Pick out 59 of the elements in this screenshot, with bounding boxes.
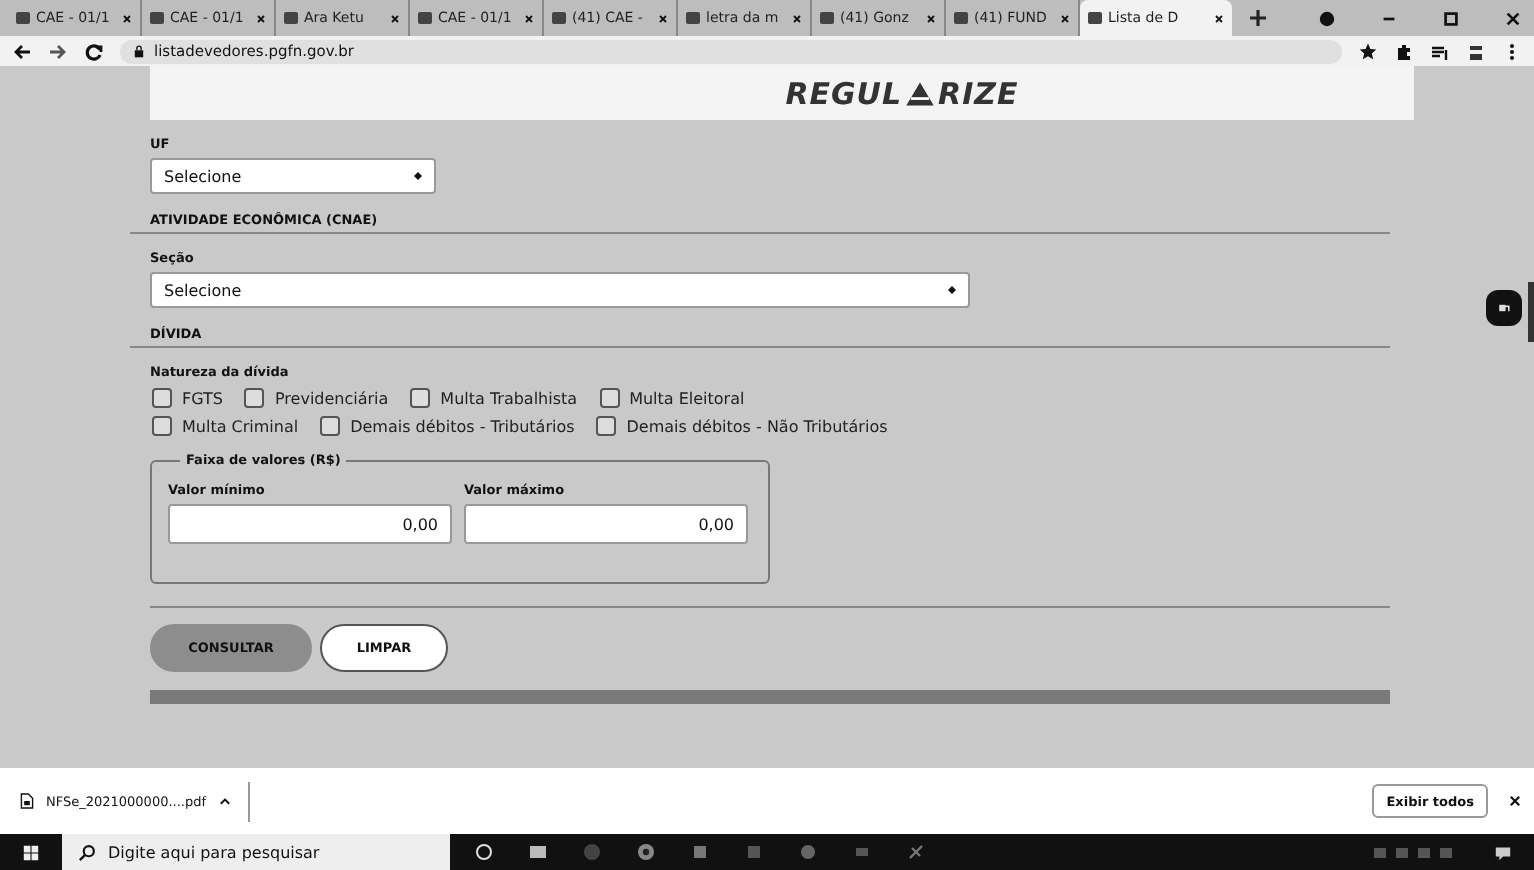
profile-icon[interactable] [1318, 9, 1336, 27]
close-icon[interactable] [1504, 9, 1522, 27]
favicon-icon [418, 12, 432, 24]
lock-icon [132, 44, 146, 58]
checkbox-option[interactable]: Multa Criminal [152, 416, 299, 436]
checkbox-option[interactable]: FGTS [152, 388, 223, 408]
puzzle-icon[interactable] [1394, 41, 1414, 61]
favicon-icon [150, 12, 164, 24]
checkbox-option[interactable]: Multa Trabalhista [410, 388, 578, 408]
checkbox-option[interactable]: Demais débitos - Tributários [320, 416, 575, 436]
favicon-icon [820, 12, 834, 24]
close-icon[interactable] [390, 13, 400, 23]
app-icon[interactable] [690, 842, 710, 862]
min-value-field[interactable]: 0,00 [168, 504, 452, 544]
dropdown-icon [414, 172, 422, 180]
logo-text: RIZE [938, 75, 1019, 111]
search-icon [78, 843, 96, 861]
close-icon[interactable] [1060, 13, 1070, 23]
restore-icon[interactable] [1442, 9, 1460, 27]
checkbox-option[interactable]: Demais débitos - Não Tributários [596, 416, 888, 436]
forward-icon[interactable] [48, 41, 68, 61]
windows-icon[interactable] [22, 843, 40, 861]
app-icon[interactable] [744, 842, 764, 862]
scrollbar[interactable] [1528, 282, 1534, 342]
close-icon[interactable] [658, 13, 668, 23]
checkbox-option[interactable]: Previdenciária [244, 388, 389, 408]
favicon-icon [1088, 12, 1102, 24]
close-icon[interactable] [792, 13, 802, 23]
app-icon[interactable] [798, 842, 818, 862]
close-icon[interactable] [1214, 13, 1224, 23]
dropdown-icon [948, 286, 956, 294]
section-select[interactable]: Selecione [150, 272, 970, 308]
favicon-icon [16, 12, 30, 24]
favicon-icon [552, 12, 566, 24]
new-tab-icon[interactable] [1248, 8, 1268, 28]
favicon-icon [686, 12, 700, 24]
star-icon[interactable] [1358, 41, 1378, 61]
taskbar-search-field[interactable]: Digite aqui para pesquisar [62, 834, 450, 870]
max-value-field[interactable]: 0,00 [464, 504, 748, 544]
checkbox-option[interactable]: Multa Eleitoral [599, 388, 745, 408]
accessibility-button[interactable] [1486, 290, 1522, 326]
close-icon[interactable] [122, 13, 132, 23]
close-icon[interactable] [926, 13, 936, 23]
favicon-icon [954, 12, 968, 24]
logo-text: REGUL [785, 75, 903, 111]
back-icon[interactable] [12, 41, 32, 61]
system-tray-icons[interactable] [1374, 847, 1452, 857]
favicon-icon [284, 12, 298, 24]
app-icon[interactable] [852, 842, 872, 862]
close-icon[interactable] [256, 13, 266, 23]
playlist-icon[interactable] [1430, 41, 1450, 61]
close-icon[interactable] [524, 13, 534, 23]
uf-select[interactable]: Selecione [150, 158, 436, 194]
notification-icon[interactable] [1494, 843, 1512, 861]
logo-icon [904, 79, 937, 107]
window-icon [1496, 300, 1512, 316]
file-icon [20, 792, 34, 810]
reload-icon[interactable] [84, 41, 104, 61]
close-icon[interactable] [1508, 794, 1522, 808]
